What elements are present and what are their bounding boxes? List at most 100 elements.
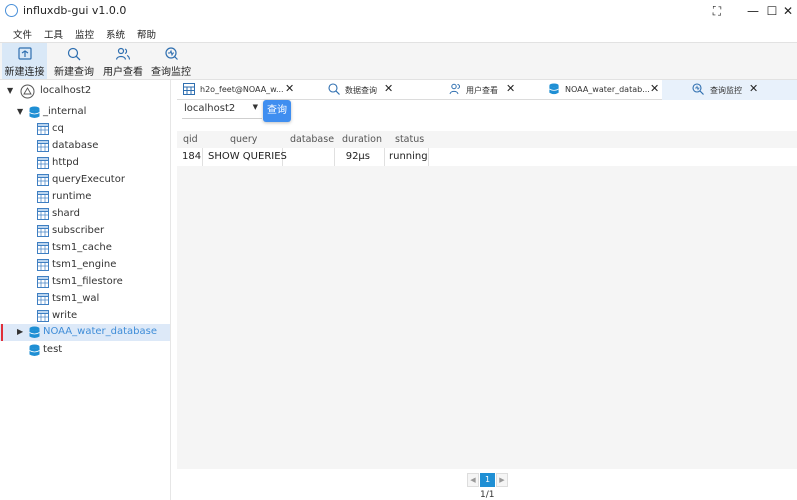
measurement-label: cq bbox=[52, 123, 64, 134]
connection-icon bbox=[20, 84, 35, 99]
database-icon bbox=[29, 344, 40, 356]
collapse-arrow-icon[interactable]: ▼ bbox=[17, 107, 23, 116]
measurement-label: tsm1_cache bbox=[52, 242, 112, 253]
pager-prev-button[interactable]: ◀ bbox=[467, 473, 479, 487]
pager-total: 1/1 bbox=[480, 490, 495, 500]
table-icon bbox=[37, 140, 49, 152]
menu-tools[interactable]: 工具 bbox=[44, 27, 63, 41]
tab-label: NOAA_water_datab... bbox=[565, 85, 650, 94]
tree-measurement[interactable]: shard bbox=[0, 206, 170, 223]
tree-connection[interactable]: ▼ localhost2 bbox=[0, 83, 170, 100]
close-icon[interactable]: ✕ bbox=[506, 82, 515, 95]
query-table: qid query database duration status 184 S… bbox=[177, 131, 797, 469]
measurement-label: httpd bbox=[52, 157, 79, 168]
column-header-qid[interactable]: qid bbox=[183, 134, 198, 145]
close-icon[interactable]: ✕ bbox=[749, 82, 758, 95]
tab-label: 用户查看 bbox=[466, 86, 498, 95]
table-icon bbox=[37, 276, 49, 288]
new-query-button[interactable]: 新建查询 bbox=[53, 43, 95, 79]
tree-measurement[interactable]: queryExecutor bbox=[0, 172, 170, 189]
database-icon bbox=[29, 326, 40, 338]
tree-measurement[interactable]: tsm1_filestore bbox=[0, 274, 170, 291]
table-icon bbox=[37, 191, 49, 203]
cell-duration: 92µs bbox=[335, 148, 385, 166]
column-header-database[interactable]: database bbox=[290, 134, 334, 145]
pager-next-button[interactable]: ▶ bbox=[496, 473, 508, 487]
measurement-label: tsm1_wal bbox=[52, 293, 100, 304]
minimize-button[interactable]: — bbox=[745, 3, 761, 19]
close-icon[interactable]: ✕ bbox=[384, 82, 393, 95]
tree-measurement[interactable]: httpd bbox=[0, 155, 170, 172]
user-view-label: 用户查看 bbox=[103, 67, 143, 78]
tab-h2o-feet[interactable]: h2o_feet@NOAA_w... ✕ bbox=[177, 80, 297, 100]
main-content: h2o_feet@NOAA_w... ✕ 数据查询 ✕ 用户查看 ✕ NOAA_… bbox=[177, 80, 797, 500]
tree-measurement[interactable]: runtime bbox=[0, 189, 170, 206]
tree-db-internal[interactable]: ▼ _internal bbox=[0, 104, 170, 121]
chevron-down-icon: ▼ bbox=[252, 103, 258, 111]
menu-file[interactable]: 文件 bbox=[13, 27, 32, 41]
measurement-label: tsm1_engine bbox=[52, 259, 117, 270]
measurement-label: subscriber bbox=[52, 225, 105, 236]
fullscreen-icon[interactable]: ⛶ bbox=[709, 3, 725, 19]
user-view-button[interactable]: 用户查看 bbox=[101, 43, 145, 79]
table-icon bbox=[37, 242, 49, 254]
title-bar: influxdb-gui v1.0.0 ⛶ — ☐ ✕ bbox=[0, 0, 797, 22]
cell-status: running bbox=[385, 148, 429, 166]
tab-user-view[interactable]: 用户查看 ✕ bbox=[443, 80, 543, 100]
connection-select[interactable]: localhost2 ▼ bbox=[182, 100, 262, 119]
search-icon bbox=[67, 47, 81, 61]
query-monitor-button[interactable]: 查询监控 bbox=[150, 43, 192, 79]
table-icon bbox=[37, 123, 49, 135]
new-connection-label: 新建连接 bbox=[4, 67, 45, 78]
pager-current-page[interactable]: 1 bbox=[480, 473, 495, 487]
database-icon bbox=[549, 83, 559, 95]
tree-measurement[interactable]: cq bbox=[0, 121, 170, 138]
db-label: test bbox=[43, 344, 63, 355]
column-header-duration[interactable]: duration bbox=[342, 134, 382, 145]
table-icon bbox=[183, 83, 195, 95]
measurement-label: shard bbox=[52, 208, 80, 219]
query-monitor-icon bbox=[692, 83, 704, 95]
maximize-button[interactable]: ☐ bbox=[764, 3, 780, 19]
new-connection-button[interactable]: 新建连接 bbox=[2, 43, 47, 79]
collapse-arrow-icon[interactable]: ▼ bbox=[7, 86, 13, 95]
connection-tree: ▼ localhost2 ▼ _internal cq database httpd… bbox=[0, 80, 171, 500]
tree-measurement[interactable]: tsm1_cache bbox=[0, 240, 170, 257]
tab-query-monitor[interactable]: 查询监控 ✕ bbox=[662, 80, 797, 100]
tab-label: 查询监控 bbox=[710, 86, 742, 95]
table-icon bbox=[37, 208, 49, 220]
measurement-label: write bbox=[52, 310, 78, 321]
tree-db-test[interactable]: test bbox=[0, 342, 170, 359]
table-row[interactable]: 184 SHOW QUERIES 92µs running bbox=[177, 148, 797, 166]
new-query-label: 新建查询 bbox=[54, 67, 94, 78]
app-logo-icon bbox=[5, 4, 18, 17]
query-monitor-icon bbox=[165, 47, 178, 60]
tree-db-noaa[interactable]: ▶ NOAA_water_database bbox=[0, 324, 170, 341]
tree-measurement[interactable]: write bbox=[0, 308, 170, 325]
close-icon[interactable]: ✕ bbox=[650, 82, 659, 95]
query-button[interactable]: 查询 bbox=[263, 100, 291, 122]
db-label: NOAA_water_database bbox=[43, 326, 157, 337]
tree-measurement[interactable]: database bbox=[0, 138, 170, 155]
menu-system[interactable]: 系统 bbox=[106, 27, 125, 41]
toolbar: 新建连接 新建查询 用户查看 查询监控 bbox=[0, 42, 797, 80]
tree-measurement[interactable]: tsm1_wal bbox=[0, 291, 170, 308]
table-icon bbox=[37, 157, 49, 169]
tab-noaa-db[interactable]: NOAA_water_datab... ✕ bbox=[542, 80, 662, 100]
cell-qid: 184 bbox=[177, 148, 203, 166]
users-icon bbox=[449, 83, 460, 95]
expand-arrow-icon[interactable]: ▶ bbox=[17, 327, 23, 336]
tree-measurement[interactable]: subscriber bbox=[0, 223, 170, 240]
column-header-query[interactable]: query bbox=[230, 134, 257, 145]
users-icon bbox=[115, 47, 131, 60]
connection-label: localhost2 bbox=[40, 85, 92, 96]
tab-data-query[interactable]: 数据查询 ✕ bbox=[322, 80, 422, 100]
close-button[interactable]: ✕ bbox=[780, 3, 796, 19]
close-icon[interactable]: ✕ bbox=[285, 82, 294, 95]
search-icon bbox=[328, 83, 340, 95]
tree-measurement[interactable]: tsm1_engine bbox=[0, 257, 170, 274]
menu-help[interactable]: 帮助 bbox=[137, 27, 156, 41]
menu-monitor[interactable]: 监控 bbox=[75, 27, 94, 41]
table-icon bbox=[37, 293, 49, 305]
column-header-status[interactable]: status bbox=[395, 134, 424, 145]
